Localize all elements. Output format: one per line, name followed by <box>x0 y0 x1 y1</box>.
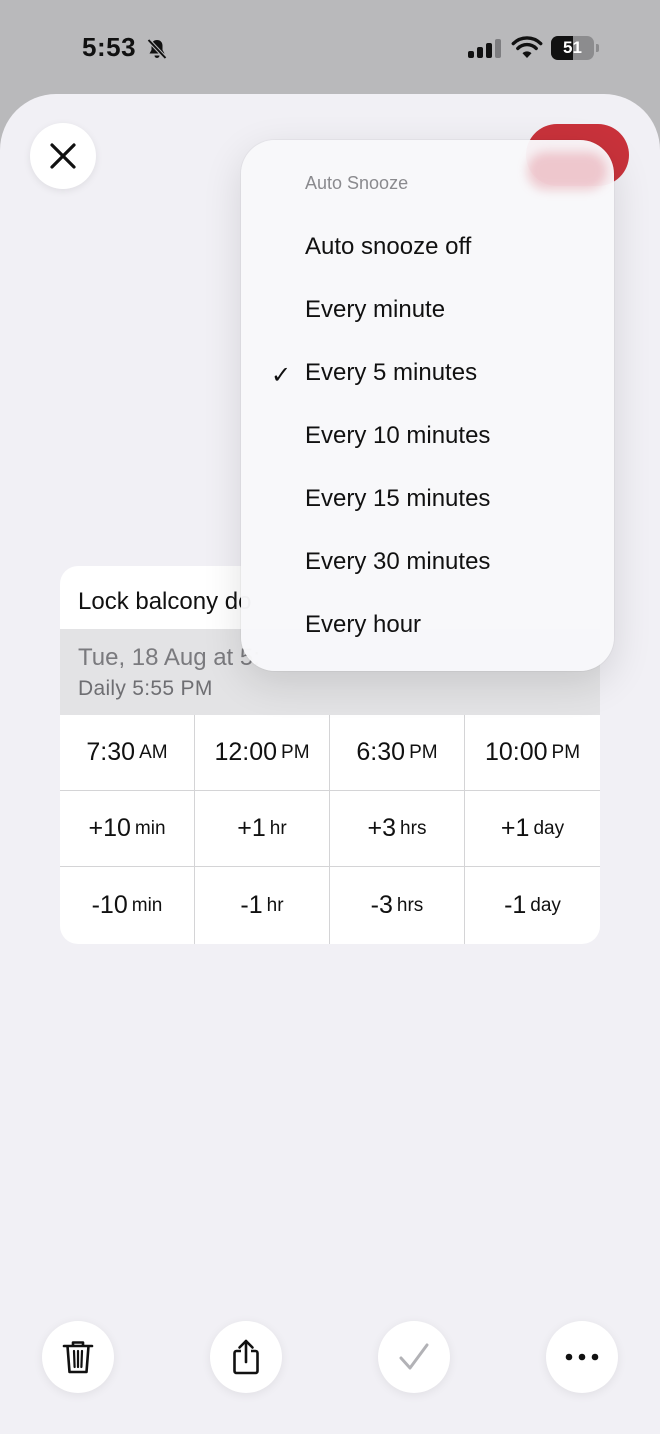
add-time-button[interactable]: +1 day <box>465 791 600 867</box>
wifi-icon <box>511 36 543 58</box>
quick-time-button[interactable]: 7:30 AM <box>60 715 195 791</box>
menu-item-every-10-minutes[interactable]: Every 10 minutes <box>241 406 614 469</box>
complete-button[interactable] <box>378 1321 450 1393</box>
share-icon <box>233 1339 259 1375</box>
subtract-time-button[interactable]: -10 min <box>60 867 195 944</box>
more-icon <box>565 1353 599 1361</box>
repeat-schedule: Daily 5:55 PM <box>78 677 213 700</box>
battery-indicator: 51 <box>551 36 599 60</box>
quick-time-button[interactable]: 10:00 PM <box>465 715 600 791</box>
menu-item-every-5-minutes[interactable]: ✓ Every 5 minutes <box>241 343 614 406</box>
delete-button[interactable] <box>42 1321 114 1393</box>
menu-item-every-30-minutes[interactable]: Every 30 minutes <box>241 532 614 595</box>
menu-item-auto-snooze-off[interactable]: Auto snooze off <box>241 217 614 280</box>
trash-icon <box>62 1341 94 1374</box>
close-button[interactable] <box>30 123 96 189</box>
quick-time-button[interactable]: 6:30 PM <box>330 715 465 791</box>
menu-item-every-15-minutes[interactable]: Every 15 minutes <box>241 469 614 532</box>
menu-item-every-minute[interactable]: Every minute <box>241 280 614 343</box>
close-icon <box>50 143 76 169</box>
menu-item-every-hour[interactable]: Every hour <box>241 595 614 658</box>
add-time-button[interactable]: +1 hr <box>195 791 330 867</box>
menu-title: Auto Snooze <box>305 173 409 193</box>
auto-snooze-menu: Auto Snooze Auto snooze off Every minute… <box>241 140 614 671</box>
cellular-signal-icon <box>468 39 501 58</box>
bell-slash-icon <box>147 38 167 60</box>
add-time-button[interactable]: +10 min <box>60 791 195 867</box>
due-date: Tue, 18 Aug at 5: <box>78 644 260 671</box>
time-shortcut-grid: 7:30 AM 12:00 PM 6:30 PM 10:00 PM +10 min +1 h… <box>60 715 600 944</box>
reminder-title[interactable]: Lock balcony do <box>78 588 251 616</box>
quick-time-button[interactable]: 12:00 PM <box>195 715 330 791</box>
share-button[interactable] <box>210 1321 282 1393</box>
subtract-time-button[interactable]: -3 hrs <box>330 867 465 944</box>
checkmark-icon <box>399 1343 429 1370</box>
status-time: 5:53 <box>82 32 137 62</box>
battery-level: 51 <box>563 38 582 57</box>
add-time-button[interactable]: +3 hrs <box>330 791 465 867</box>
checkmark-icon: ✓ <box>271 362 292 389</box>
save-button-blur <box>527 152 607 190</box>
subtract-time-button[interactable]: -1 day <box>465 867 600 944</box>
more-button[interactable] <box>546 1321 618 1393</box>
subtract-time-button[interactable]: -1 hr <box>195 867 330 944</box>
status-bar: 5:53 51 <box>0 0 660 95</box>
